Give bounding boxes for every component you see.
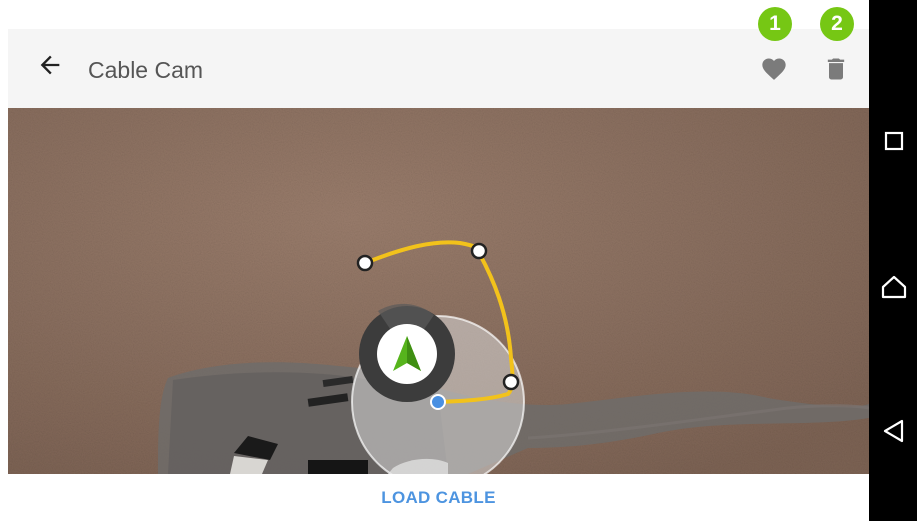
keyframe-point[interactable]	[502, 373, 520, 391]
keyframe-point[interactable]	[356, 254, 374, 272]
home-button[interactable]	[881, 274, 907, 300]
back-button[interactable]	[36, 51, 64, 79]
app-bar: Cable Cam	[8, 29, 869, 108]
system-nav-bar	[869, 0, 917, 521]
page-title: Cable Cam	[88, 57, 204, 83]
annotation-badge-1: 1	[758, 7, 792, 41]
keyframe-point[interactable]	[470, 242, 488, 260]
home-point-icon	[430, 394, 446, 410]
back-icon	[883, 419, 904, 443]
load-cable-button[interactable]: LOAD CABLE	[8, 474, 869, 521]
recent-apps-button[interactable]	[881, 128, 907, 154]
favorite-button[interactable]	[760, 55, 788, 83]
delete-button[interactable]	[822, 55, 850, 83]
recent-apps-icon	[884, 131, 904, 151]
heart-icon	[762, 58, 786, 80]
home-icon	[881, 275, 907, 299]
arrow-left-icon	[40, 55, 60, 75]
satellite-map	[8, 108, 869, 474]
annotation-badge-2: 2	[820, 7, 854, 41]
map-view[interactable]	[8, 108, 869, 474]
back-button-system[interactable]	[881, 418, 907, 444]
trash-icon	[827, 58, 845, 80]
